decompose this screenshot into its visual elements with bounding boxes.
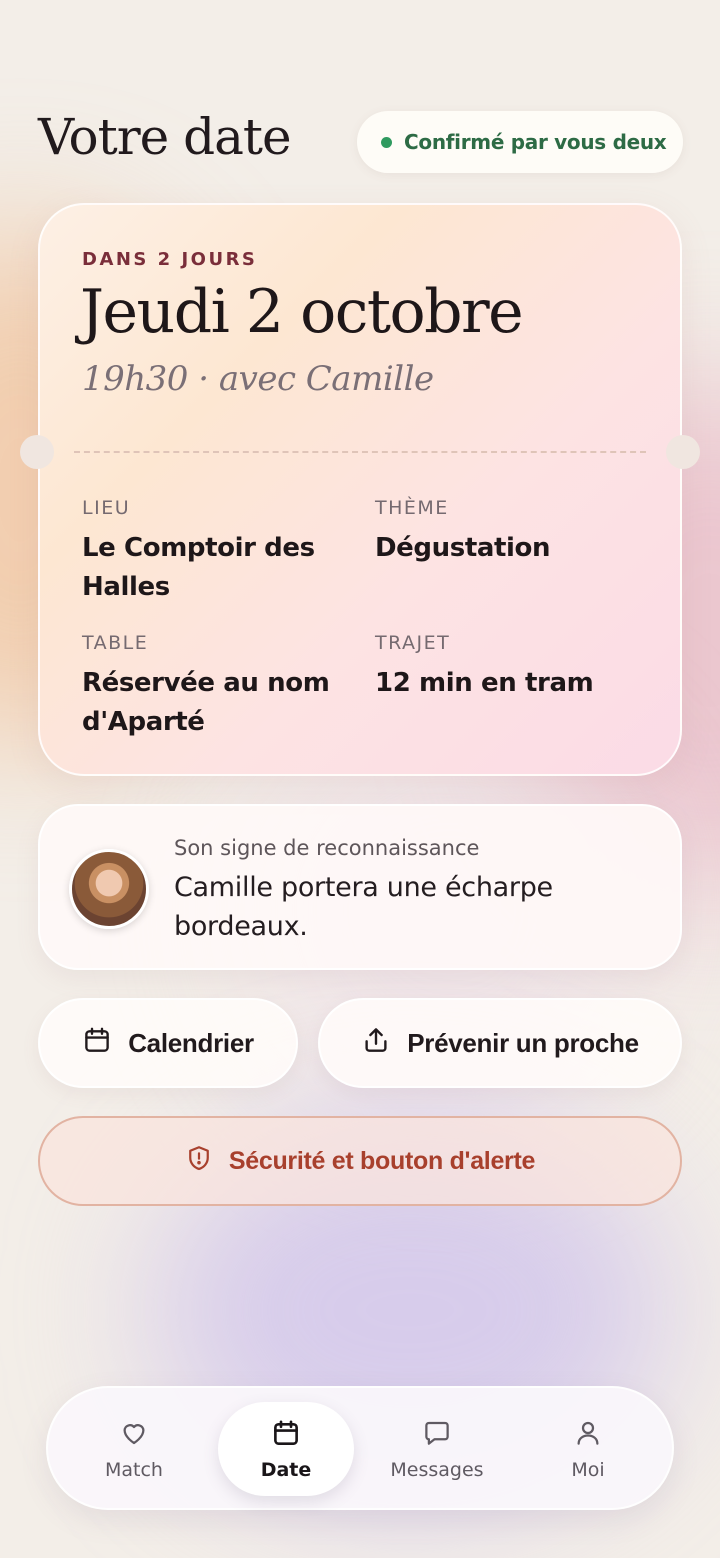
- countdown-label: DANS 2 JOURS: [82, 249, 258, 270]
- field-theme: THÈME Dégustation: [375, 497, 645, 568]
- notify-contact-button[interactable]: Prévenir un proche: [318, 998, 682, 1088]
- status-badge: Confirmé par vous deux: [357, 111, 683, 173]
- avatar[interactable]: [69, 849, 149, 929]
- recognition-sign-label: Son signe de reconnaissance: [174, 836, 480, 860]
- recognition-sign-card[interactable]: Son signe de reconnaissance Camille port…: [38, 804, 682, 970]
- status-dot-icon: [381, 136, 392, 148]
- field-label: TABLE: [82, 632, 149, 654]
- tab-profile[interactable]: Moi: [520, 1402, 656, 1496]
- field-table: TABLE Réservée au nom d'Aparté: [82, 632, 352, 742]
- tab-label: Date: [260, 1458, 312, 1481]
- date-ticket-card[interactable]: DANS 2 JOURS Jeudi 2 octobre 19h30 · ave…: [20, 203, 700, 776]
- tab-label: Moi: [571, 1458, 605, 1481]
- safety-alert-button[interactable]: Sécurité et bouton d'alerte: [38, 1116, 682, 1206]
- tab-messages[interactable]: Messages: [369, 1402, 505, 1496]
- safety-alert-label: Sécurité et bouton d'alerte: [228, 1146, 536, 1175]
- field-value: Réservée au nom d'Aparté: [82, 668, 330, 737]
- recognition-sign-text: Camille portera une écharpe bordeaux.: [174, 872, 553, 942]
- field-label: TRAJET: [375, 632, 451, 654]
- heart-icon: [119, 1418, 149, 1453]
- tab-label: Match: [105, 1458, 163, 1481]
- status-text: Confirmé par vous deux: [404, 130, 667, 154]
- ticket-notch-left: [20, 435, 54, 469]
- field-value: Dégustation: [375, 533, 551, 563]
- ticket-notch-right: [666, 435, 700, 469]
- calendar-button-label: Calendrier: [128, 1027, 254, 1058]
- date-time-partner: 19h30 · avec Camille: [82, 359, 434, 399]
- notify-contact-label: Prévenir un proche: [407, 1027, 639, 1058]
- shield-alert-icon: [185, 1144, 213, 1179]
- user-icon: [573, 1418, 603, 1453]
- field-value: Le Comptoir des Halles: [82, 533, 315, 602]
- add-to-calendar-button[interactable]: Calendrier: [38, 998, 298, 1088]
- message-icon: [422, 1418, 452, 1453]
- calendar-icon: [271, 1418, 301, 1453]
- tab-date[interactable]: Date: [218, 1402, 354, 1496]
- date-heading: Jeudi 2 octobre: [80, 277, 524, 347]
- field-value: 12 min en tram: [375, 668, 594, 698]
- bottom-tab-bar: Match Date Messages Moi: [46, 1386, 674, 1510]
- page-title: Votre date: [38, 108, 292, 166]
- ticket-perforation-divider: [74, 451, 646, 453]
- field-label: THÈME: [375, 497, 449, 519]
- tab-match[interactable]: Match: [66, 1402, 202, 1496]
- share-icon: [361, 1025, 391, 1062]
- field-trajet: TRAJET 12 min en tram: [375, 632, 645, 703]
- field-label: LIEU: [82, 497, 131, 519]
- calendar-icon: [82, 1025, 112, 1062]
- field-lieu: LIEU Le Comptoir des Halles: [82, 497, 352, 607]
- tab-label: Messages: [390, 1458, 484, 1481]
